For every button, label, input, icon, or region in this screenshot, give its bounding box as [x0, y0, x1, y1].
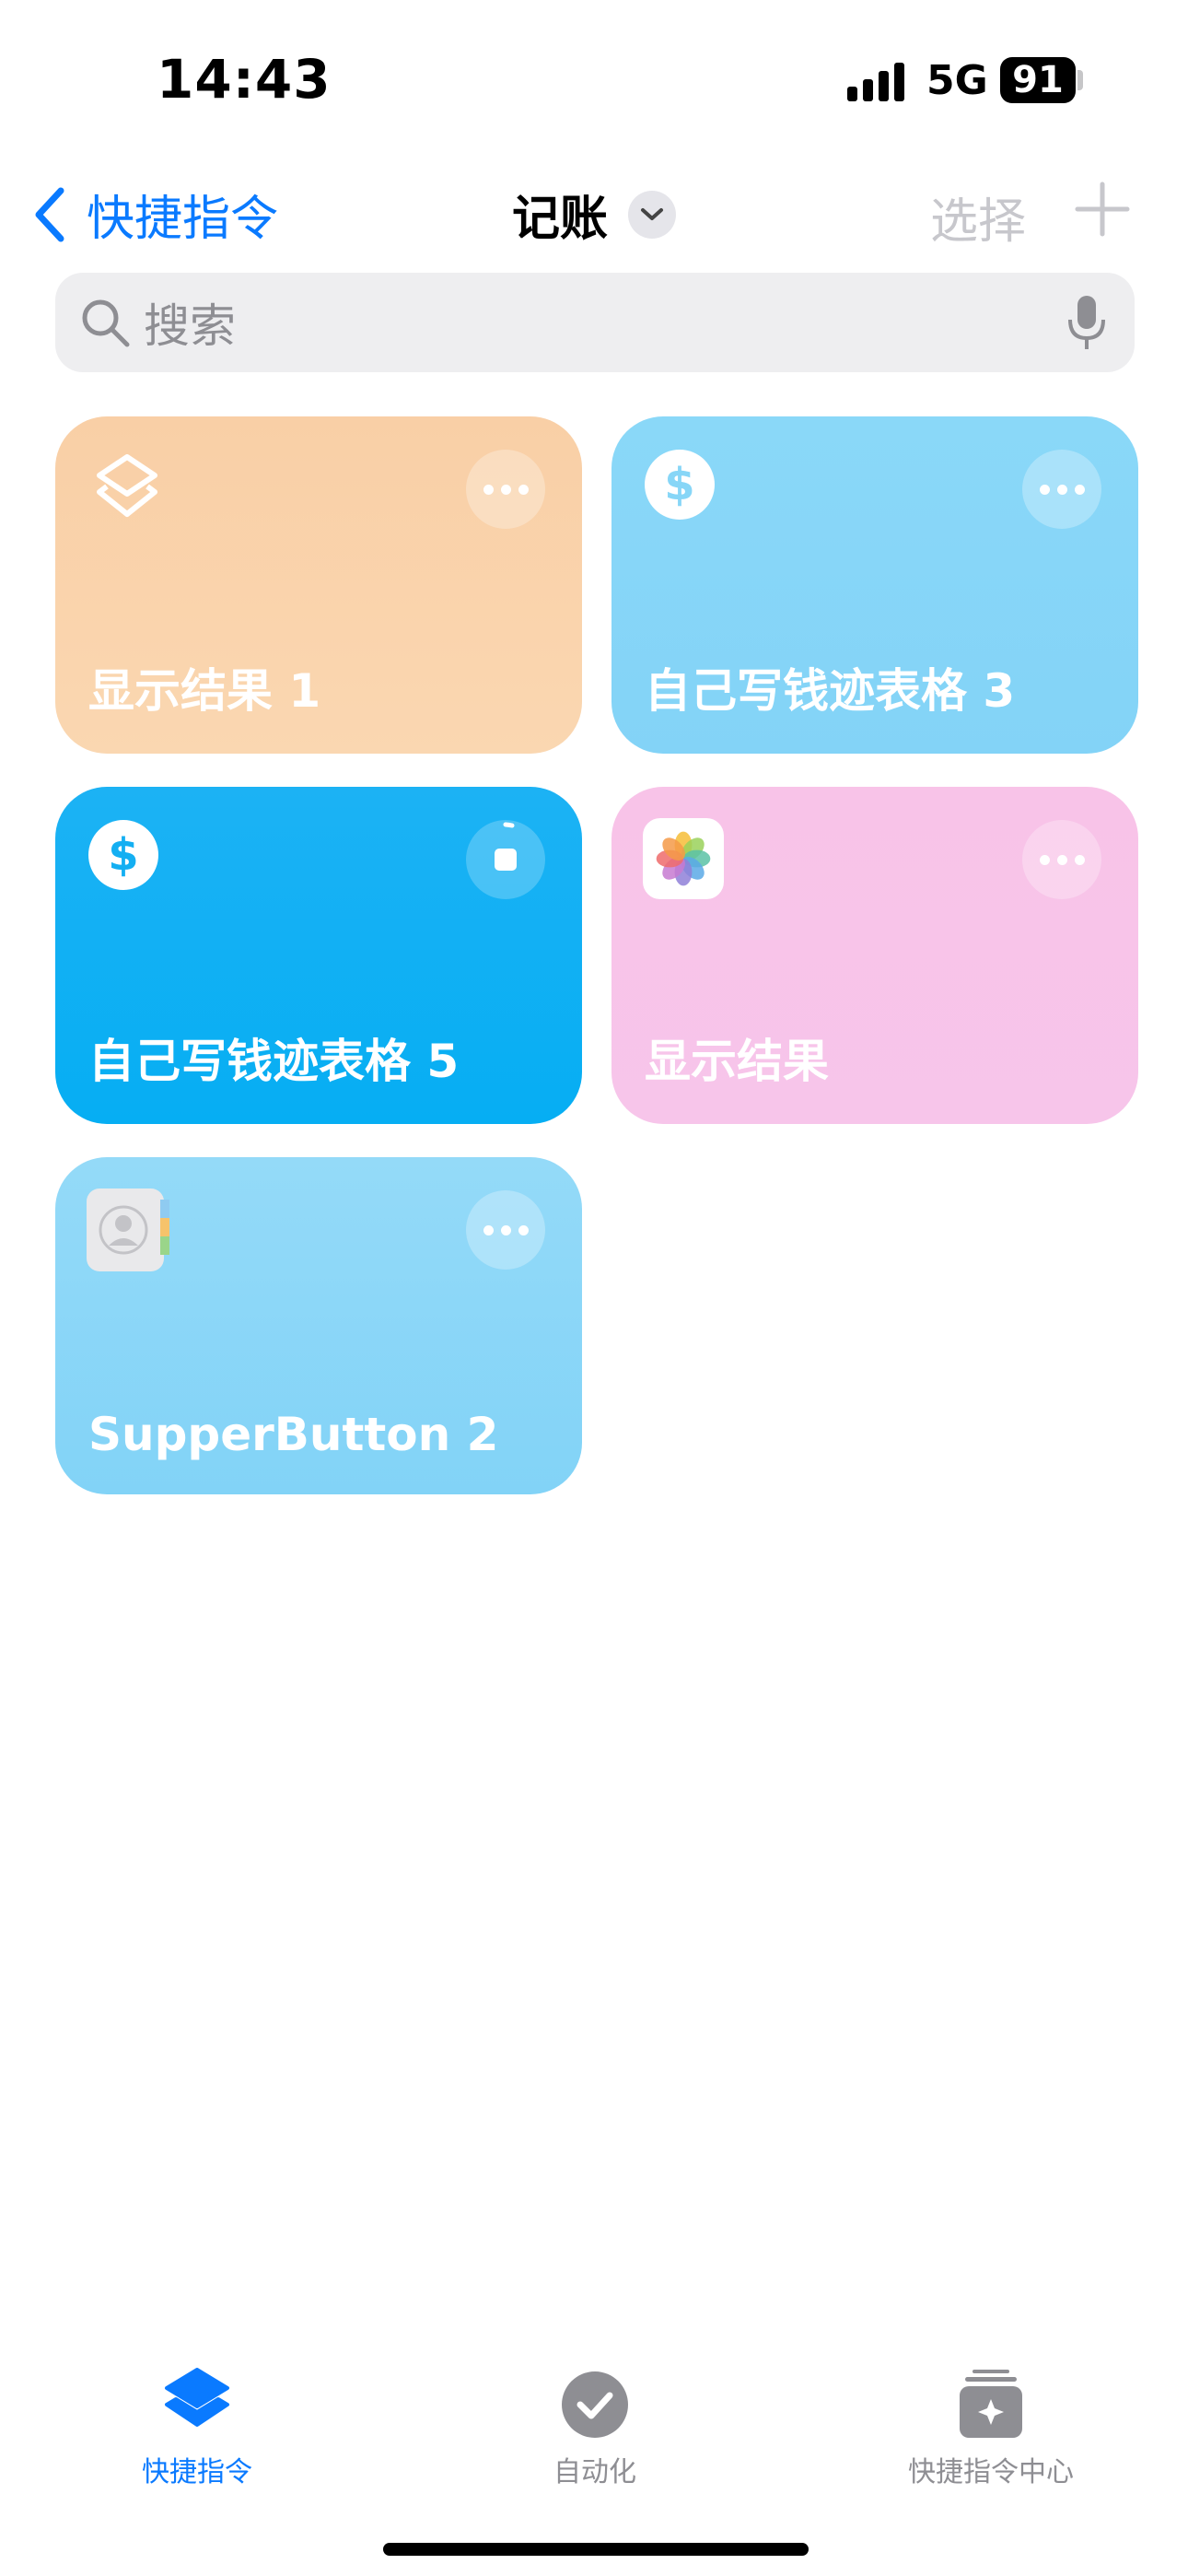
shortcuts-icon — [165, 2368, 229, 2427]
stop-running-button[interactable] — [466, 820, 545, 899]
chevron-down-icon — [628, 190, 677, 239]
search-bar[interactable]: 搜索 — [55, 273, 1135, 372]
photos-icon — [643, 818, 724, 899]
tab-label: 自动化 — [553, 2456, 636, 2488]
add-icon[interactable] — [1074, 181, 1131, 238]
dollar-icon: $ — [88, 820, 158, 890]
shortcut-title: 显示结果 — [645, 1035, 829, 1088]
home-indicator — [383, 2543, 809, 2556]
stop-icon — [495, 822, 517, 871]
tab-automation[interactable]: 自动化 — [457, 2368, 733, 2489]
shortcut-title: SupperButton 2 — [88, 1408, 499, 1461]
shortcut-card[interactable]: SupperButton 2 — [55, 1157, 582, 1494]
search-icon — [82, 299, 130, 347]
search-input[interactable]: 搜索 — [144, 289, 1066, 356]
back-label: 快捷指令 — [87, 192, 279, 247]
battery-level: 91 — [1012, 59, 1064, 101]
shortcut-card[interactable]: $ 自己写钱迹表格 5 — [55, 787, 582, 1124]
shortcut-title: 自己写钱迹表格 5 — [88, 1035, 460, 1088]
back-button[interactable]: 快捷指令 — [33, 180, 278, 249]
cellular-signal-icon — [847, 63, 904, 101]
select-button[interactable]: 选择 — [930, 182, 1026, 252]
tab-label: 快捷指令 — [142, 2456, 252, 2488]
tab-shortcuts[interactable]: 快捷指令 — [59, 2368, 335, 2489]
shortcut-title: 显示结果 1 — [88, 664, 321, 718]
shortcut-card[interactable]: 显示结果 1 — [55, 416, 582, 754]
shortcut-title: 自己写钱迹表格 3 — [645, 664, 1016, 718]
more-options-button[interactable] — [1022, 450, 1101, 529]
more-options-button[interactable] — [1022, 820, 1101, 899]
battery-indicator: 91 — [1000, 57, 1076, 103]
network-type: 5G — [926, 57, 988, 104]
status-time: 14:43 — [157, 48, 332, 111]
microphone-icon[interactable] — [1066, 294, 1107, 351]
more-options-button[interactable] — [466, 450, 545, 529]
contacts-icon — [87, 1188, 169, 1271]
tab-label: 快捷指令中心 — [908, 2456, 1074, 2488]
automation-check-icon — [562, 2371, 628, 2438]
shortcut-card[interactable]: $ 自己写钱迹表格 3 — [611, 416, 1138, 754]
tab-gallery[interactable]: 快捷指令中心 — [853, 2368, 1129, 2489]
gallery-icon — [960, 2370, 1022, 2438]
shortcut-card[interactable]: 显示结果 — [611, 787, 1138, 1124]
page-title: 记账 — [512, 192, 609, 247]
more-options-button[interactable] — [466, 1190, 545, 1270]
battery-tip — [1077, 70, 1083, 90]
dollar-icon: $ — [645, 450, 715, 520]
shortcuts-layers-icon — [97, 454, 157, 517]
folder-title-menu[interactable]: 记账 — [512, 180, 677, 249]
chevron-left-icon — [35, 187, 64, 241]
